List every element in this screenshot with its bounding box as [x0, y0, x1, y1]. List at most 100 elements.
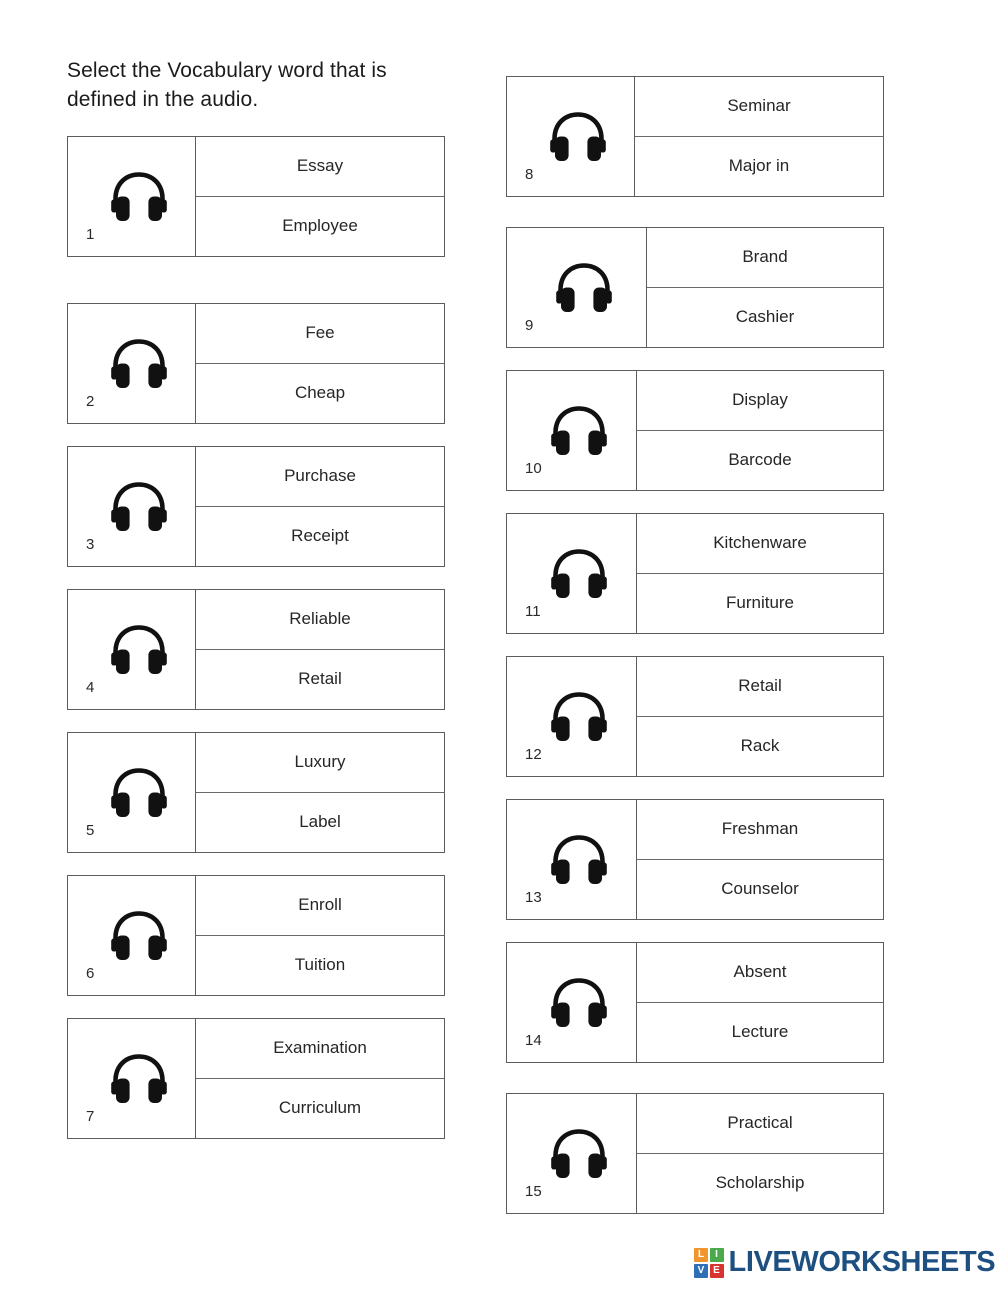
option-list: Enroll Tuition	[196, 876, 444, 995]
option-choice[interactable]: Lecture	[637, 1003, 883, 1063]
option-choice[interactable]: Employee	[196, 197, 444, 257]
liveworksheets-logo: LIVE LIVEWORKSHEETS	[694, 1248, 996, 1278]
question-item-1: 1 Essay Employee	[67, 136, 445, 257]
question-item-9: 9 Brand Cashier	[506, 227, 884, 348]
option-choice[interactable]: Scholarship	[637, 1154, 883, 1214]
headphones-icon[interactable]	[94, 904, 170, 964]
headphones-icon[interactable]	[94, 761, 170, 821]
audio-icon-cell[interactable]: 5	[68, 733, 196, 852]
audio-icon-cell[interactable]: 12	[507, 657, 637, 776]
question-column-right: 8 Seminar Major in 9 Brand Cashier 10 Display Ba…	[506, 76, 884, 1214]
question-number: 6	[86, 965, 95, 982]
option-choice[interactable]: Receipt	[196, 507, 444, 567]
option-choice[interactable]: Furniture	[637, 574, 883, 634]
logo-tile-i: I	[709, 1248, 724, 1262]
audio-icon-cell[interactable]: 14	[507, 943, 637, 1062]
question-number: 3	[86, 536, 95, 553]
headphones-icon[interactable]	[534, 399, 610, 459]
option-choice[interactable]: Major in	[635, 137, 883, 197]
option-choice[interactable]: Kitchenware	[637, 514, 883, 574]
option-list: Seminar Major in	[635, 77, 883, 196]
question-number: 14	[525, 1032, 542, 1049]
headphones-icon[interactable]	[533, 105, 609, 165]
question-number: 9	[525, 317, 534, 334]
question-number: 2	[86, 393, 95, 410]
question-item-7: 7 Examination Curriculum	[67, 1018, 445, 1139]
option-list: Purchase Receipt	[196, 447, 444, 566]
headphones-icon[interactable]	[94, 1047, 170, 1107]
audio-icon-cell[interactable]: 3	[68, 447, 196, 566]
audio-icon-cell[interactable]: 8	[507, 77, 635, 196]
option-choice[interactable]: Brand	[647, 228, 883, 288]
headphones-icon[interactable]	[534, 685, 610, 745]
audio-icon-cell[interactable]: 11	[507, 514, 637, 633]
option-choice[interactable]: Absent	[637, 943, 883, 1003]
audio-icon-cell[interactable]: 1	[68, 137, 196, 256]
audio-icon-cell[interactable]: 10	[507, 371, 637, 490]
option-choice[interactable]: Tuition	[196, 936, 444, 996]
option-choice[interactable]: Barcode	[637, 431, 883, 491]
option-choice[interactable]: Seminar	[635, 77, 883, 137]
logo-tile-v: V	[694, 1263, 708, 1278]
question-item-4: 4 Reliable Retail	[67, 589, 445, 710]
option-choice[interactable]: Cheap	[196, 364, 444, 424]
headphones-icon[interactable]	[539, 256, 615, 316]
headphones-icon[interactable]	[534, 1122, 610, 1182]
headphones-icon[interactable]	[94, 475, 170, 535]
question-item-6: 6 Enroll Tuition	[67, 875, 445, 996]
audio-icon-cell[interactable]: 9	[507, 228, 647, 347]
question-item-5: 5 Luxury Label	[67, 732, 445, 853]
option-choice[interactable]: Practical	[637, 1094, 883, 1154]
headphones-icon[interactable]	[94, 332, 170, 392]
option-choice[interactable]: Label	[196, 793, 444, 853]
question-item-13: 13 Freshman Counselor	[506, 799, 884, 920]
question-item-8: 8 Seminar Major in	[506, 76, 884, 197]
question-item-3: 3 Purchase Receipt	[67, 446, 445, 567]
headphones-icon[interactable]	[534, 971, 610, 1031]
option-list: Display Barcode	[637, 371, 883, 490]
headphones-icon[interactable]	[534, 542, 610, 602]
option-list: Reliable Retail	[196, 590, 444, 709]
option-choice[interactable]: Retail	[196, 650, 444, 710]
option-choice[interactable]: Rack	[637, 717, 883, 777]
headphones-icon[interactable]	[534, 828, 610, 888]
question-item-2: 2 Fee Cheap	[67, 303, 445, 424]
option-choice[interactable]: Essay	[196, 137, 444, 197]
option-choice[interactable]: Counselor	[637, 860, 883, 920]
option-list: Brand Cashier	[647, 228, 883, 347]
logo-tile-e: E	[709, 1263, 724, 1278]
question-column-left: 1 Essay Employee 2 Fee Cheap 3 Purchase Receipt 4…	[67, 136, 445, 1139]
audio-icon-cell[interactable]: 7	[68, 1019, 196, 1138]
option-choice[interactable]: Curriculum	[196, 1079, 444, 1139]
audio-icon-cell[interactable]: 6	[68, 876, 196, 995]
option-choice[interactable]: Enroll	[196, 876, 444, 936]
question-number: 1	[86, 226, 95, 243]
audio-icon-cell[interactable]: 13	[507, 800, 637, 919]
option-choice[interactable]: Fee	[196, 304, 444, 364]
question-number: 13	[525, 889, 542, 906]
option-choice[interactable]: Examination	[196, 1019, 444, 1079]
option-list: Practical Scholarship	[637, 1094, 883, 1213]
option-choice[interactable]: Luxury	[196, 733, 444, 793]
option-choice[interactable]: Retail	[637, 657, 883, 717]
headphones-icon[interactable]	[94, 618, 170, 678]
page-title: Select the Vocabulary word that is defin…	[67, 59, 387, 111]
option-list: Retail Rack	[637, 657, 883, 776]
question-number: 12	[525, 746, 542, 763]
audio-icon-cell[interactable]: 4	[68, 590, 196, 709]
headphones-icon[interactable]	[94, 165, 170, 225]
option-list: Freshman Counselor	[637, 800, 883, 919]
audio-icon-cell[interactable]: 15	[507, 1094, 637, 1213]
option-choice[interactable]: Reliable	[196, 590, 444, 650]
option-list: Kitchenware Furniture	[637, 514, 883, 633]
option-choice[interactable]: Purchase	[196, 447, 444, 507]
audio-icon-cell[interactable]: 2	[68, 304, 196, 423]
option-list: Luxury Label	[196, 733, 444, 852]
option-choice[interactable]: Cashier	[647, 288, 883, 348]
question-number: 15	[525, 1183, 542, 1200]
question-number: 10	[525, 460, 542, 477]
option-list: Essay Employee	[196, 137, 444, 256]
question-item-11: 11 Kitchenware Furniture	[506, 513, 884, 634]
option-choice[interactable]: Freshman	[637, 800, 883, 860]
option-choice[interactable]: Display	[637, 371, 883, 431]
